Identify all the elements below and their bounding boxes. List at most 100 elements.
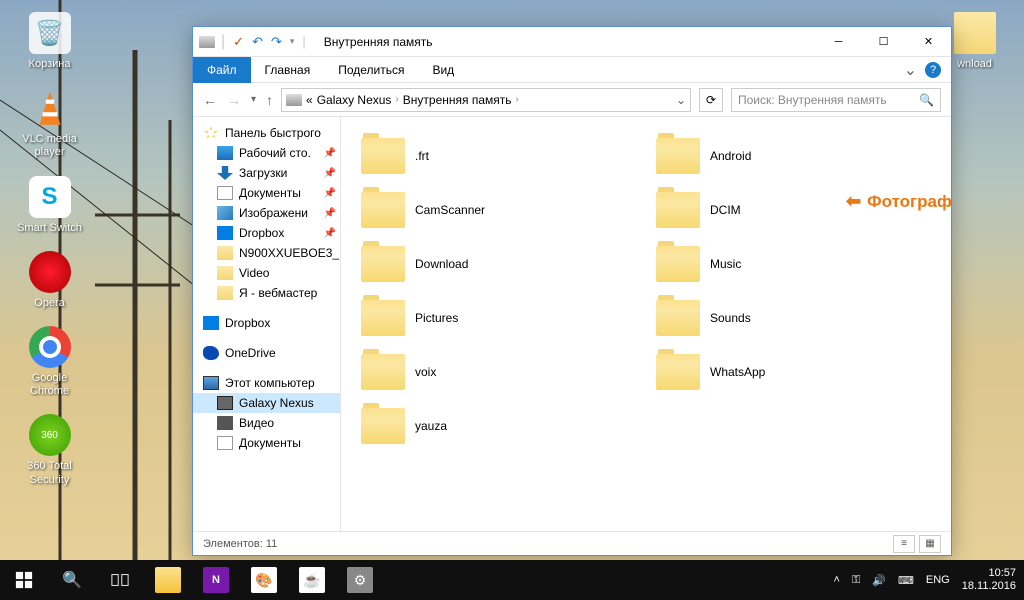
vlc-icon xyxy=(29,87,71,129)
volume-icon[interactable]: 🔊 xyxy=(872,574,886,587)
taskbar-java[interactable]: ☕ xyxy=(288,560,336,600)
view-large-button[interactable]: ▦ xyxy=(919,535,941,553)
nav-back-icon[interactable]: ← xyxy=(203,92,217,108)
folder-icon xyxy=(656,246,700,282)
taskbar-explorer[interactable] xyxy=(144,560,192,600)
help-icon[interactable]: ? xyxy=(925,62,941,78)
nav-n900[interactable]: N900XXUEBOE3_ xyxy=(193,243,340,263)
nav-desktop[interactable]: Рабочий сто.📌 xyxy=(193,143,340,163)
nav-onedrive[interactable]: OneDrive xyxy=(193,343,340,363)
desktop-icon xyxy=(217,146,233,160)
desktop-icon-chrome[interactable]: Google Chrome xyxy=(12,326,87,398)
folder-name: Android xyxy=(710,149,751,163)
folder-item[interactable]: DCIM xyxy=(646,183,941,237)
folder-item[interactable]: Pictures xyxy=(351,291,646,345)
folder-icon xyxy=(361,138,405,174)
search-placeholder: Поиск: Внутренняя память xyxy=(738,93,887,107)
chevron-icon[interactable]: › xyxy=(516,94,519,105)
nav-docs2[interactable]: Документы xyxy=(193,433,340,453)
icon-label: VLC media player xyxy=(12,133,87,159)
chevron-icon[interactable]: › xyxy=(395,94,398,105)
ribbon-collapse-icon[interactable]: ⌄ xyxy=(896,60,925,80)
360-icon: 360 xyxy=(29,414,71,456)
taskbar-paint[interactable]: 🎨 xyxy=(240,560,288,600)
folder-item[interactable]: WhatsApp xyxy=(646,345,941,399)
folder-item[interactable]: yauza xyxy=(351,399,646,453)
nav-this-pc[interactable]: Этот компьютер xyxy=(193,373,340,393)
wifi-icon[interactable]: ⚿ xyxy=(852,574,860,587)
nav-downloads[interactable]: Загрузки📌 xyxy=(193,163,340,183)
folder-item[interactable]: Download xyxy=(351,237,646,291)
crumb-location[interactable]: Внутренняя память xyxy=(403,93,512,107)
chrome-icon xyxy=(29,326,71,368)
paint-icon: 🎨 xyxy=(251,567,277,593)
qat-redo-icon[interactable]: ↷ xyxy=(269,32,284,52)
folder-name: yauza xyxy=(415,419,447,433)
qat-check-icon[interactable]: ✓ xyxy=(231,32,246,52)
search-button[interactable]: 🔍 xyxy=(48,560,96,600)
folder-icon xyxy=(361,246,405,282)
nav-up-icon[interactable]: ↑ xyxy=(266,92,273,108)
folder-icon xyxy=(656,354,700,390)
nav-forward-icon[interactable]: → xyxy=(227,92,241,108)
document-icon xyxy=(217,436,233,450)
qat-dropdown-icon[interactable]: ▾ xyxy=(288,34,297,49)
tab-home[interactable]: Главная xyxy=(251,57,325,83)
nav-webmaster[interactable]: Я - вебмастер xyxy=(193,283,340,303)
nav-quick-access[interactable]: Панель быстрого xyxy=(193,123,340,143)
nav-dropbox-root[interactable]: Dropbox xyxy=(193,313,340,333)
start-button[interactable] xyxy=(0,560,48,600)
nav-pane: Панель быстрого Рабочий сто.📌 Загрузки📌 … xyxy=(193,117,341,531)
desktop-icon-opera[interactable]: Opera xyxy=(12,251,87,310)
image-icon xyxy=(217,206,233,220)
folder-item[interactable]: Sounds xyxy=(646,291,941,345)
qat-undo-icon[interactable]: ↶ xyxy=(250,32,265,52)
minimize-button[interactable]: ─ xyxy=(816,27,861,57)
folder-icon xyxy=(954,12,996,54)
nav-images[interactable]: Изображени📌 xyxy=(193,203,340,223)
address-bar[interactable]: « Galaxy Nexus › Внутренняя память › ⌄ xyxy=(281,88,691,112)
folder-item[interactable]: CamScanner xyxy=(351,183,646,237)
folder-item[interactable]: .frt xyxy=(351,129,646,183)
folder-item[interactable]: Android xyxy=(646,129,941,183)
desktop-icon-recycle-bin[interactable]: 🗑️ Корзина xyxy=(12,12,87,71)
folder-item[interactable]: Music xyxy=(646,237,941,291)
folder-name: CamScanner xyxy=(415,203,485,217)
crumb-device[interactable]: Galaxy Nexus xyxy=(317,93,392,107)
status-bar: Элементов: 11 ≡ ▦ xyxy=(193,531,951,555)
nav-video[interactable]: Video xyxy=(193,263,340,283)
close-button[interactable]: ✕ xyxy=(906,27,951,57)
icon-label: 360 Total Security xyxy=(12,460,87,486)
drive-icon xyxy=(199,36,215,48)
tab-share[interactable]: Поделиться xyxy=(324,57,418,83)
task-view-button[interactable] xyxy=(96,560,144,600)
maximize-button[interactable]: ☐ xyxy=(861,27,906,57)
clock[interactable]: 10:57 18.11.2016 xyxy=(962,567,1016,593)
tray-expand-icon[interactable]: ˄ xyxy=(834,574,840,586)
taskbar-onenote[interactable]: N xyxy=(192,560,240,600)
view-details-button[interactable]: ≡ xyxy=(893,535,915,553)
pin-icon: 📌 xyxy=(324,188,336,199)
keyboard-icon[interactable]: ⌨ xyxy=(898,574,914,587)
refresh-button[interactable]: ⟳ xyxy=(699,88,723,112)
nav-recent-icon[interactable]: ▾ xyxy=(251,94,256,105)
nav-videos[interactable]: Видео xyxy=(193,413,340,433)
desktop-icon-vlc[interactable]: VLC media player xyxy=(12,87,87,159)
phone-icon xyxy=(217,396,233,410)
tab-view[interactable]: Вид xyxy=(418,57,468,83)
tab-file[interactable]: Файл xyxy=(193,57,251,83)
language-indicator[interactable]: ENG xyxy=(926,574,950,586)
folder-icon xyxy=(217,286,233,300)
address-dropdown-icon[interactable]: ⌄ xyxy=(676,93,686,107)
desktop-icon-smartswitch[interactable]: S Smart Switch xyxy=(12,176,87,235)
folder-item[interactable]: voix xyxy=(351,345,646,399)
search-input[interactable]: Поиск: Внутренняя память 🔍 xyxy=(731,88,941,112)
desktop-icon-360[interactable]: 360 360 Total Security xyxy=(12,414,87,486)
taskbar-app[interactable]: ⚙ xyxy=(336,560,384,600)
nav-dropbox[interactable]: Dropbox📌 xyxy=(193,223,340,243)
app-icon: ⚙ xyxy=(347,567,373,593)
nav-galaxy-nexus[interactable]: Galaxy Nexus xyxy=(193,393,340,413)
pin-icon: 📌 xyxy=(324,168,336,179)
nav-documents[interactable]: Документы📌 xyxy=(193,183,340,203)
crumb-root[interactable]: « xyxy=(306,93,313,107)
